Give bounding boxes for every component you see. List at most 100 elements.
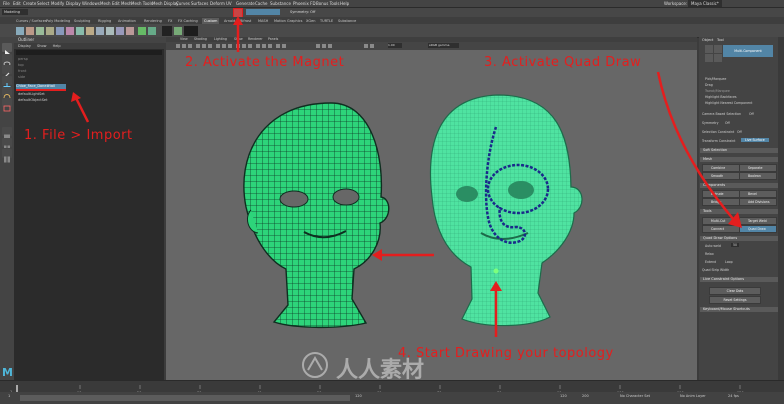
extend-value[interactable]: Loop <box>725 260 733 264</box>
outliner-item-top[interactable]: top <box>18 63 24 68</box>
shelf-tab-bar: Curves / Surfaces Poly Modeling Sculptin… <box>0 17 784 24</box>
quad-strip-width-option[interactable]: Quad Strip Width <box>702 268 729 272</box>
menu-phoenix[interactable]: Phoenix FD <box>293 0 316 7</box>
paint-select-tool[interactable] <box>2 65 12 79</box>
outliner-search-input[interactable] <box>16 50 162 55</box>
panel-tab-object[interactable]: Object <box>702 38 713 42</box>
multi-component-button[interactable]: Multi-Component <box>723 45 773 57</box>
menu-windows[interactable]: Windows <box>82 0 100 7</box>
outliner-menu-help[interactable]: Help <box>53 44 61 48</box>
live-surface-head[interactable] <box>429 94 583 327</box>
select-tool[interactable] <box>2 43 12 57</box>
watermark-text: 人人素材 <box>336 358 425 383</box>
scale-icon <box>3 105 11 112</box>
extend-option[interactable]: Extend <box>705 260 716 264</box>
menu-uv[interactable]: UV <box>226 0 232 7</box>
face-mode-button[interactable] <box>705 54 713 62</box>
menu-mesh-tools[interactable]: Mesh Tools <box>131 0 153 7</box>
menu-select[interactable]: Select <box>37 0 49 7</box>
retopo-head-wireframe[interactable] <box>243 102 390 329</box>
workspace-select[interactable]: Maya Classic* <box>688 0 722 7</box>
menu-generate[interactable]: Generate <box>236 0 255 7</box>
viewport-toolbar: 1.00 sRGB gamma <box>166 42 697 50</box>
menu-edit-mesh[interactable]: Edit Mesh <box>112 0 132 7</box>
menu-curves[interactable]: Curves <box>176 0 190 7</box>
shelf-tool-icons[interactable] <box>14 24 214 37</box>
menu-cache[interactable]: Cache <box>255 0 267 7</box>
range-start-field[interactable]: 1 <box>8 394 10 398</box>
auto-weld-option[interactable]: Auto weld <box>705 244 721 248</box>
outliner-menu-show[interactable]: Show <box>37 44 46 48</box>
outliner-menu-display[interactable]: Display <box>18 44 31 48</box>
main-menu-bar: File Edit Create Select Modify Display W… <box>0 0 784 8</box>
toolbox <box>0 37 15 380</box>
color-space-select[interactable]: sRGB gamma <box>428 43 459 48</box>
menu-create[interactable]: Create <box>23 0 36 7</box>
viewport-scene[interactable] <box>166 37 697 380</box>
menu-modify[interactable]: Modify <box>51 0 64 7</box>
symmetry-status[interactable]: Symmetry: Off <box>290 9 315 15</box>
menu-display[interactable]: Display <box>66 0 81 7</box>
menu-surfaces[interactable]: Surfaces <box>191 0 208 7</box>
workspace-label: Workspace: <box>664 1 688 6</box>
outliner-item-persp[interactable]: persp <box>18 57 28 62</box>
live-surface-field[interactable] <box>246 9 280 15</box>
reset-settings-button[interactable]: Reset Settings <box>709 296 761 304</box>
outliner-menu: Display Show Help <box>14 43 164 49</box>
camera-value-field[interactable]: 1.00 <box>388 43 402 48</box>
outliner-item-front[interactable]: front <box>18 69 26 74</box>
menu-file[interactable]: File <box>3 0 10 7</box>
playback-end-field[interactable]: 120 <box>560 394 567 398</box>
auto-weld-value[interactable]: 50 <box>731 243 740 247</box>
watermark-logo-icon <box>302 352 328 378</box>
lasso-tool[interactable] <box>2 54 12 67</box>
menu-mesh[interactable]: Mesh <box>100 0 111 7</box>
section-quad-draw-options[interactable]: Quad Draw Options <box>700 236 780 241</box>
menu-bonus-tools[interactable]: Bonus Tools <box>316 0 339 7</box>
layout-single[interactable] <box>2 127 12 141</box>
outliner-item-side[interactable]: side <box>18 75 25 80</box>
range-slider[interactable] <box>20 395 350 401</box>
range-end-field[interactable]: 120 <box>355 394 362 398</box>
menu-help[interactable]: Help <box>340 0 349 7</box>
section-keyboard-shortcuts[interactable]: Keyboard/Mouse Shortcuts <box>700 307 780 312</box>
edge-mode-button[interactable] <box>714 45 722 53</box>
watermark: 人人素材 <box>300 350 490 383</box>
menuset-select[interactable]: Modeling <box>2 9 28 15</box>
relax-option[interactable]: Relax <box>705 252 714 256</box>
shelf <box>0 24 784 38</box>
outliner-item-default-object-set[interactable]: defaultObjectSet <box>18 98 47 103</box>
viewport-toolbar-icons[interactable] <box>176 42 396 50</box>
rotate-tool[interactable] <box>2 87 12 101</box>
fps-select[interactable]: 24 fps <box>728 394 739 398</box>
annotation-arrow-step3 <box>656 71 742 228</box>
menu-mesh-display[interactable]: Mesh Display <box>152 0 179 7</box>
annotation-step1: 1. File > Import <box>24 128 133 143</box>
layout-four[interactable] <box>2 138 12 152</box>
status-icons <box>40 9 220 23</box>
annotation-step3: 3. Activate Quad Draw <box>484 55 642 70</box>
range-slider-bar: 1 120 120 200 No Character Set No Anim L… <box>0 392 784 404</box>
status-line: Modeling Symmetry: Off <box>0 8 784 24</box>
menu-edit[interactable]: Edit <box>13 0 21 7</box>
animation-end-field[interactable]: 200 <box>582 394 589 398</box>
layout-two[interactable] <box>2 149 12 163</box>
vertex-mode-button[interactable] <box>705 45 713 53</box>
uv-mode-button[interactable] <box>714 54 722 62</box>
clear-dots-button[interactable]: Clear Dots <box>709 287 761 295</box>
menu-substance[interactable]: Substance <box>270 0 291 7</box>
outliner-item-default-light-set[interactable]: defaultLightSet <box>18 92 45 97</box>
section-live-constraint-options[interactable]: Live Constraint Options <box>700 277 780 282</box>
annotation-step2: 2. Activate the Magnet <box>185 55 345 70</box>
panel-tab-tool[interactable]: Tool <box>717 38 724 42</box>
move-tool[interactable] <box>2 76 12 90</box>
menu-deform[interactable]: Deform <box>210 0 225 7</box>
maya-logo-icon: M <box>2 366 13 379</box>
outliner-item-imported-mesh[interactable]: Chloe_Face_Done#tail <box>16 84 66 91</box>
viewport[interactable] <box>166 37 697 380</box>
camera-selection-value[interactable]: Off <box>749 112 754 116</box>
scale-tool[interactable] <box>2 98 12 112</box>
panel-side-tabs[interactable] <box>778 37 784 380</box>
anim-layer-select[interactable]: No Anim Layer <box>680 394 706 398</box>
character-set-select[interactable]: No Character Set <box>620 394 650 398</box>
